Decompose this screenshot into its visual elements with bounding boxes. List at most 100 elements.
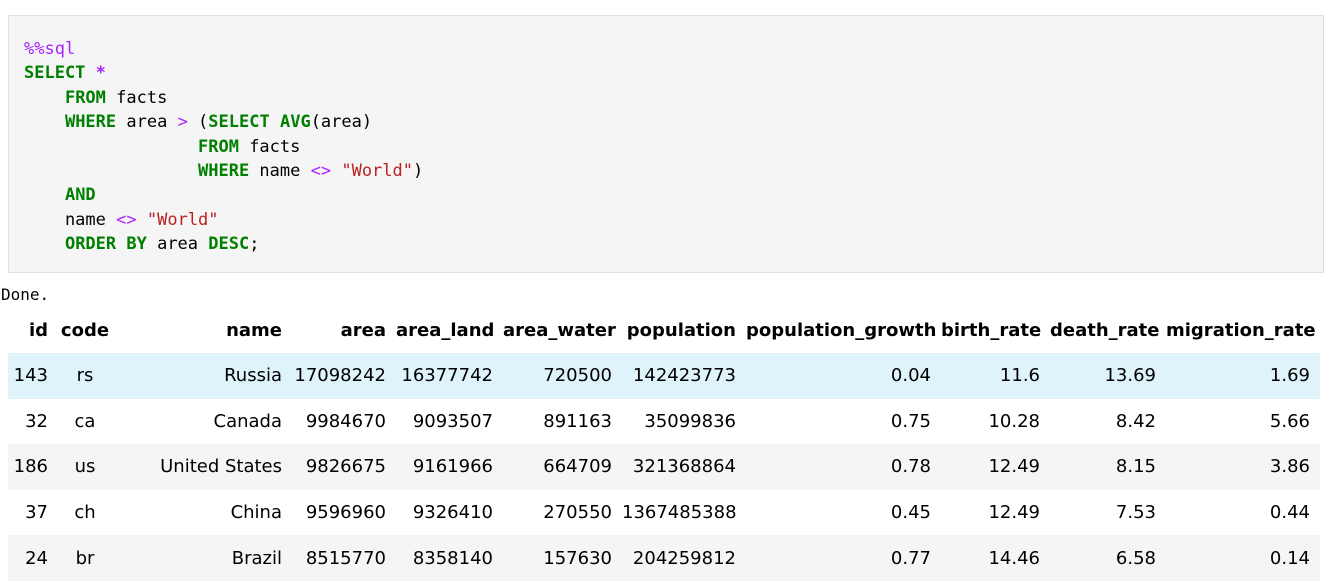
cell-birth-rate: 12.49 [988, 456, 1040, 478]
column-header-death-rate: death_rate [1050, 320, 1160, 341]
cell-death-rate: 6.58 [1115, 547, 1156, 569]
cell-id: 37 [25, 502, 48, 524]
cell-area: 9826675 [305, 456, 386, 478]
table-row[interactable]: 143 rs Russia 17098242 16377742 720500 1424237… [8, 353, 1320, 399]
cell-migration-rate: 0.14 [1269, 547, 1310, 569]
sql-text: facts [238, 136, 301, 157]
column-header-area-land: area_land [396, 320, 495, 341]
cell-id: 24 [25, 547, 48, 569]
cell-area-land: 16377742 [401, 365, 493, 387]
cell-area-water: 720500 [543, 365, 612, 387]
sql-keyword: SELECT [24, 63, 86, 84]
table-row[interactable]: 37 ch China 9596960 9326410 270550 1367485388 0… [8, 489, 1320, 536]
cell-area: 9596960 [305, 502, 386, 524]
cell-name: Russia [224, 365, 282, 387]
sql-operator: > [177, 112, 188, 133]
sql-text: ( [187, 112, 209, 133]
sql-text: ; [249, 234, 260, 255]
cell-code: ca [74, 410, 96, 432]
cell-death-rate: 13.69 [1104, 365, 1156, 387]
cell-code: br [75, 547, 95, 569]
cell-area-land: 8358140 [412, 547, 493, 569]
sql-text: name [249, 161, 311, 182]
sql-text: ) [413, 161, 424, 182]
table-row[interactable]: 24 br Brazil 8515770 8358140 157630 204259812 0… [8, 535, 1320, 581]
sql-keyword: WHERE [198, 161, 250, 182]
sql-operator: <> [310, 161, 332, 182]
sql-text: area [146, 234, 209, 255]
sql-text: (area) [310, 112, 373, 133]
cell-area: 17098242 [294, 365, 386, 387]
cell-code: us [74, 456, 96, 478]
code-body: SELECT * FROM facts WHERE area > (SELECT… [24, 63, 423, 254]
column-header-population: population [626, 320, 736, 341]
cell-id: 143 [13, 365, 48, 387]
cell-population: 204259812 [632, 547, 736, 569]
column-header-migration-rate: migration_rate [1166, 320, 1316, 341]
sql-keyword: SELECT [208, 112, 270, 133]
sql-keyword: DESC [208, 234, 250, 255]
sql-keyword: AND [64, 185, 96, 206]
cell-birth-rate: 10.28 [988, 410, 1040, 432]
sql-text: area [116, 112, 178, 133]
cell-name: United States [160, 456, 282, 478]
cell-area-water: 157630 [543, 547, 612, 569]
table-header-row: id code name area area_land area_water populat… [8, 308, 1320, 353]
cell-migration-rate: 1.69 [1269, 365, 1310, 387]
sql-text: facts [105, 87, 168, 108]
column-header-birth-rate: birth_rate [941, 320, 1042, 341]
table-row[interactable]: 32 ca Canada 9984670 9093507 891163 35099836 0.… [8, 398, 1320, 445]
sql-keyword: ORDER BY [64, 234, 147, 255]
cell-name: Brazil [231, 547, 282, 569]
result-table: id code name area area_land area_water populat… [8, 308, 1320, 581]
cell-name: China [230, 502, 282, 524]
cell-birth-rate: 12.49 [988, 502, 1040, 524]
cell-death-rate: 8.42 [1115, 410, 1156, 432]
sql-keyword: AVG [279, 112, 311, 133]
cell-birth-rate: 11.6 [999, 365, 1040, 387]
cell-name: Canada [213, 410, 283, 432]
cell-area-land: 9326410 [412, 502, 493, 524]
cell-population-growth: 0.78 [890, 456, 931, 478]
cell-population-growth: 0.75 [890, 410, 931, 432]
column-header-code: code [60, 320, 110, 341]
cell-code: rs [76, 365, 94, 387]
cell-area-land: 9161966 [412, 456, 493, 478]
sql-operator: <> [116, 209, 137, 230]
table-row[interactable]: 186 us United States 9826675 9161966 664709 32… [8, 444, 1320, 490]
table-body: 143 rs Russia 17098242 16377742 720500 1424237… [8, 353, 1320, 581]
cell-area: 9984670 [305, 410, 386, 432]
cell-id: 186 [13, 456, 48, 478]
sql-string: "World" [146, 209, 219, 230]
sql-operator: * [95, 63, 106, 84]
code-cell-input[interactable]: %%sql SELECT * FROM facts WHERE area > (… [8, 15, 1324, 273]
sql-keyword: WHERE [64, 112, 117, 133]
cell-code: ch [74, 502, 96, 524]
output-status: Done. [1, 285, 50, 304]
cell-magic: %%sql [24, 39, 76, 59]
cell-population-growth: 0.04 [890, 365, 931, 387]
column-header-id: id [28, 320, 48, 341]
cell-migration-rate: 5.66 [1269, 410, 1310, 432]
cell-id: 32 [25, 410, 48, 432]
sql-text: name [24, 209, 117, 230]
cell-migration-rate: 0.44 [1269, 502, 1310, 524]
cell-area-water: 664709 [543, 456, 612, 478]
code-editor[interactable]: %%sql SELECT * FROM facts WHERE area > (… [24, 37, 423, 257]
cell-population: 1367485388 [622, 502, 737, 524]
cell-population: 321368864 [632, 456, 736, 478]
column-header-population-growth: population_growth [746, 320, 937, 341]
cell-area-land: 9093507 [412, 410, 493, 432]
sql-keyword: FROM [198, 136, 239, 157]
cell-migration-rate: 3.86 [1269, 456, 1310, 478]
sql-string: "World" [341, 161, 413, 182]
